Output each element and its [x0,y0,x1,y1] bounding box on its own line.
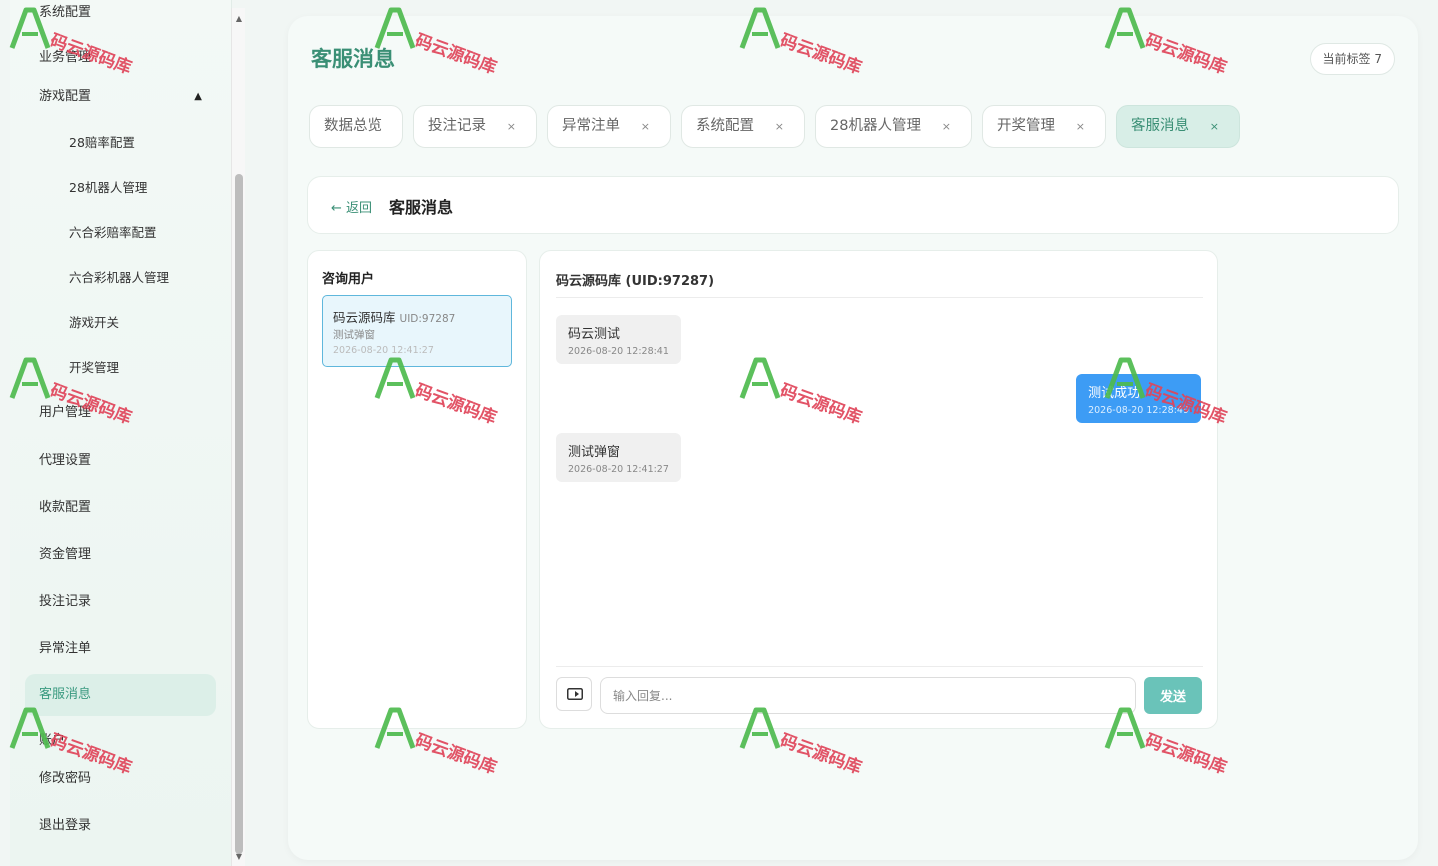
sidebar-item-agent[interactable]: 代理设置 [25,440,216,482]
sidebar-item-lottery-draw[interactable]: 开奖管理 [25,347,216,389]
close-icon[interactable]: × [942,106,951,147]
reply-input[interactable] [600,677,1136,714]
user-name: 码云源码库 [333,310,396,325]
chat-message-incoming: 码云测试 2026-08-20 12:28:41 [556,315,681,364]
close-icon[interactable]: × [507,106,516,147]
tab-abnormal[interactable]: 异常注单 × [547,105,671,148]
chat-message-incoming: 测试弹窗 2026-08-20 12:41:27 [556,433,681,482]
sidebar-item-payment[interactable]: 收款配置 [25,487,216,529]
message-text: 测试弹窗 [568,445,621,460]
sidebar-item-game-switch[interactable]: 游戏开关 [25,302,216,344]
header-title: 客服消息 [389,198,454,217]
divider [556,666,1203,667]
sidebar: 系统配置 业务管理 游戏配置 ▲ 28赔率配置 28机器人管理 六合彩赔率配置 六… [10,0,232,866]
message-time: 2026-08-20 12:28:41 [568,346,669,357]
user-list-panel: 咨询用户 码云源码库 UID:97287 测试弹窗 2026-08-20 12:4… [307,250,527,729]
sidebar-item-28-odds[interactable]: 28赔率配置 [25,122,216,164]
message-text: 测试成功 [1088,386,1141,401]
tab-lottery-draw[interactable]: 开奖管理 × [982,105,1106,148]
image-icon [567,688,583,700]
sidebar-item-lhc-robot[interactable]: 六合彩机器人管理 [25,257,216,299]
close-icon[interactable]: × [1210,106,1219,147]
user-last-message: 测试弹窗 [333,329,375,341]
sidebar-scrollbar[interactable]: ▲ ▼ [231,8,245,866]
main-panel: 客服消息 当前标签 7 数据总览 投注记录 × 异常注单 × 系统配置 × 28机器人… [288,16,1418,860]
user-list-title: 咨询用户 [322,272,375,287]
image-upload-button[interactable] [556,677,592,711]
sidebar-item-change-password[interactable]: 修改密码 [25,758,216,800]
message-text: 码云测试 [568,327,621,342]
sidebar-item-bets[interactable]: 投注记录 [25,581,216,623]
chat-panel: 码云源码库 (UID:97287) 码云测试 2026-08-20 12:28:… [539,250,1218,729]
back-link[interactable]: ← 返回 [331,197,372,216]
scroll-thumb[interactable] [235,174,243,854]
page-header: ← 返回 客服消息 [307,176,1399,234]
chat-title: 码云源码库 (UID:97287) [556,274,715,289]
tab-support[interactable]: 客服消息 × [1116,105,1240,148]
sidebar-item-support[interactable]: 客服消息 [25,674,216,716]
user-last-time: 2026-08-20 12:41:27 [333,345,434,356]
tag-count-badge: 当前标签 7 [1309,43,1395,75]
tab-overview[interactable]: 数据总览 [309,105,403,148]
sidebar-item-28-robot[interactable]: 28机器人管理 [25,167,216,209]
sidebar-item-logout[interactable]: 退出登录 [25,805,216,847]
user-uid: UID:97287 [399,313,456,325]
message-time: 2026-08-20 12:28:49 [1088,405,1189,416]
sidebar-item-users[interactable]: 用户管理 [25,392,216,434]
tab-bets[interactable]: 投注记录 × [413,105,537,148]
sidebar-item-business[interactable]: 业务管理 [25,37,216,79]
scroll-down-icon[interactable]: ▼ [234,852,244,862]
chat-message-outgoing: 测试成功 2026-08-20 12:28:49 [1076,374,1201,423]
sidebar-item-abnormal[interactable]: 异常注单 [25,628,216,670]
tab-system-config[interactable]: 系统配置 × [681,105,805,148]
tab-28-robot[interactable]: 28机器人管理 × [815,105,972,148]
message-time: 2026-08-20 12:41:27 [568,464,669,475]
close-icon[interactable]: × [1076,106,1085,147]
sidebar-item-system-config[interactable]: 系统配置 [25,0,216,34]
send-button[interactable]: 发送 [1144,677,1202,714]
user-list-item[interactable]: 码云源码库 UID:97287 测试弹窗 2026-08-20 12:41:27 [322,295,512,367]
caret-up-icon: ▲ [194,91,202,102]
sidebar-item-game-config[interactable]: 游戏配置 ▲ [25,76,216,118]
divider [556,297,1203,298]
page-title: 客服消息 [311,47,395,71]
close-icon[interactable]: × [641,106,650,147]
scroll-up-icon[interactable]: ▲ [234,14,244,24]
close-icon[interactable]: × [775,106,784,147]
sidebar-item-lhc-odds[interactable]: 六合彩赔率配置 [25,212,216,254]
sidebar-item-funds[interactable]: 资金管理 [25,534,216,576]
sidebar-item-account[interactable]: 账户 [25,720,216,762]
